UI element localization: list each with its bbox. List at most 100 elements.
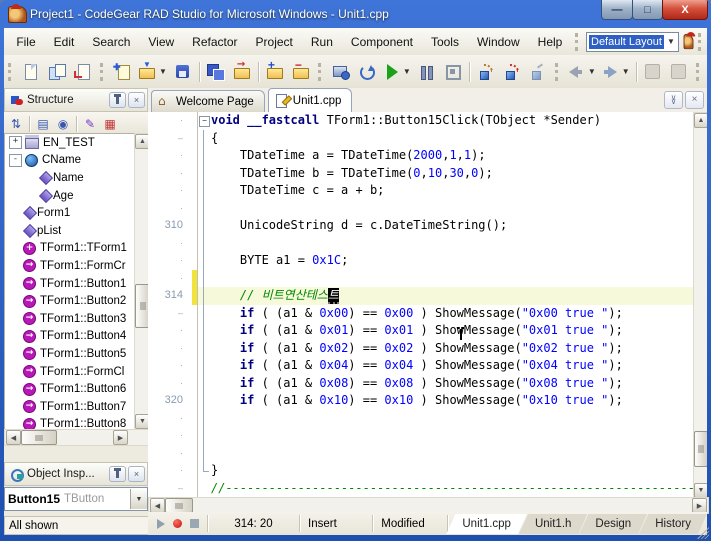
menu-run[interactable]: Run [302, 31, 342, 53]
gutter[interactable]: – [148, 305, 192, 323]
code-line[interactable]: · TDateTime b = TDateTime(0,10,30,0); [148, 165, 693, 183]
menu-view[interactable]: View [139, 31, 183, 53]
code-editor[interactable]: ·−void __fastcall TForm1::Button15Click(… [148, 112, 707, 497]
save-layout-icon[interactable] [684, 34, 694, 49]
gutter[interactable]: · [148, 322, 192, 340]
fold-column[interactable] [197, 392, 211, 410]
fold-column[interactable]: − [197, 112, 211, 130]
resize-grip[interactable] [697, 527, 709, 539]
scroll-up-button[interactable]: ▲ [694, 113, 707, 128]
menu-file[interactable]: File [7, 31, 44, 53]
gutter[interactable]: · [148, 340, 192, 358]
scroll-thumb[interactable] [21, 430, 57, 445]
macro-stop-button[interactable] [187, 516, 202, 531]
tree-item-plist[interactable]: pList [5, 222, 135, 240]
menu-tools[interactable]: Tools [422, 31, 468, 53]
gutter[interactable]: · [148, 252, 192, 270]
gutter[interactable]: · [148, 147, 192, 165]
fold-column[interactable] [197, 445, 211, 463]
scroll-left-button[interactable]: ◀ [150, 498, 165, 513]
code-line[interactable]: ·−void __fastcall TForm1::Button15Click(… [148, 112, 693, 130]
tree-item-tform1-button5[interactable]: →TForm1::Button5 [5, 345, 135, 363]
title-bar[interactable]: Project1 - CodeGear RAD Studio for Micro… [0, 0, 711, 28]
menu-help[interactable]: Help [529, 31, 572, 53]
fold-column[interactable] [197, 287, 211, 305]
code-line[interactable]: · if ( (a1 & 0x02) == 0x02 ) ShowMessage… [148, 340, 693, 358]
tab-list-button[interactable]: ∨∨ [664, 91, 683, 109]
scroll-thumb[interactable] [165, 498, 193, 513]
menu-window[interactable]: Window [468, 31, 529, 53]
build-button[interactable] [354, 59, 380, 85]
remove-from-project-button[interactable] [288, 59, 314, 85]
code-line[interactable]: · [148, 235, 693, 253]
gutter[interactable]: – [148, 130, 192, 148]
file-tab-unit1-cpp[interactable]: Unit1.cpp [446, 514, 527, 534]
fold-column[interactable] [197, 462, 211, 480]
tree-item-tform1-button6[interactable]: →TForm1::Button6 [5, 380, 135, 398]
fold-column[interactable] [197, 165, 211, 183]
code-line[interactable]: 314 // 비트연산테스트 [148, 287, 693, 305]
gutter[interactable]: · [148, 112, 192, 130]
code-line[interactable]: 310 UnicodeString d = c.DateTimeString()… [148, 217, 693, 235]
pin-button[interactable] [109, 466, 126, 482]
fold-column[interactable] [197, 270, 211, 288]
editor-tab-welcome-page[interactable]: ⌂Welcome Page [151, 90, 265, 112]
menu-project[interactable]: Project [247, 31, 302, 53]
tree-item-tform1-tform1[interactable]: +TForm1::TForm1 [5, 240, 135, 258]
macro-play-button[interactable] [153, 516, 168, 531]
code-line[interactable]: · if ( (a1 & 0x08) == 0x08 ) ShowMessage… [148, 375, 693, 393]
tree-item-cname[interactable]: -CName [5, 152, 135, 170]
chevron-down-icon[interactable]: ▼ [159, 67, 167, 76]
scroll-down-button[interactable]: ▼ [694, 483, 707, 497]
chevron-down-icon[interactable]: ▼ [403, 67, 411, 76]
code-line[interactable]: 320 if ( (a1 & 0x10) == 0x10 ) ShowMessa… [148, 392, 693, 410]
code-line[interactable]: · [148, 427, 693, 445]
chevron-down-icon[interactable]: ▼ [622, 67, 630, 76]
gutter[interactable]: · [148, 375, 192, 393]
pause-button[interactable] [414, 59, 440, 85]
scroll-right-button[interactable]: ▶ [692, 498, 707, 513]
chevron-down-icon[interactable]: ▼ [664, 37, 678, 46]
tree-item-tform1-button7[interactable]: →TForm1::Button7 [5, 398, 135, 416]
fold-column[interactable] [197, 410, 211, 428]
fold-column[interactable] [197, 200, 211, 218]
tree-item-tform1-button1[interactable]: →TForm1::Button1 [5, 275, 135, 293]
fold-column[interactable] [197, 340, 211, 358]
inspector-filter-bar[interactable]: All shown [4, 516, 152, 535]
trace-into-button[interactable] [499, 59, 525, 85]
file-tab-design[interactable]: Design [579, 514, 647, 534]
code-line[interactable]: · [148, 445, 693, 463]
code-line[interactable]: · if ( (a1 & 0x04) == 0x04 ) ShowMessage… [148, 357, 693, 375]
editor-close-button[interactable]: × [685, 91, 704, 109]
object-selector-combo[interactable]: Button15 TButton ▼ [4, 487, 148, 511]
sort-alpha-icon[interactable]: ⇅ [6, 115, 26, 133]
code-line[interactable]: –//-------------------------------------… [148, 480, 693, 498]
fold-collapse-icon[interactable]: − [199, 116, 210, 127]
scroll-left-button[interactable]: ◀ [6, 430, 21, 445]
code-line[interactable]: · [148, 200, 693, 218]
tree-item-tform1-button8[interactable]: →TForm1::Button8 [5, 416, 135, 431]
add-to-project-button[interactable] [262, 59, 288, 85]
editor-vscrollbar[interactable]: ▲ ▼ [693, 112, 707, 497]
scroll-thumb[interactable] [694, 431, 707, 467]
tree-item-tform1-button4[interactable]: →TForm1::Button4 [5, 328, 135, 346]
fold-column[interactable] [197, 217, 211, 235]
code-line[interactable]: · TDateTime c = a + b; [148, 182, 693, 200]
gutter[interactable]: · [148, 235, 192, 253]
code-line[interactable]: · [148, 410, 693, 428]
gutter[interactable]: · [148, 182, 192, 200]
minimize-button[interactable]: — [601, 0, 633, 20]
use-unit-button[interactable] [44, 59, 70, 85]
gutter[interactable]: 314 [148, 287, 192, 305]
save-all-button[interactable] [203, 59, 229, 85]
error-insight-icon[interactable]: ✎ [80, 115, 100, 133]
tree-item-age[interactable]: Age [5, 187, 135, 205]
scroll-right-button[interactable]: ▶ [113, 430, 128, 445]
desktop-b-button[interactable] [666, 59, 692, 85]
macro-record-button[interactable] [170, 516, 185, 531]
code-line[interactable]: – if ( (a1 & 0x00) == 0x00 ) ShowMessage… [148, 305, 693, 323]
gutter[interactable]: · [148, 357, 192, 375]
properties-icon[interactable]: ▤ [33, 115, 53, 133]
tree-item-en-test[interactable]: +EN_TEST [5, 134, 135, 152]
desktop-layout-combo[interactable]: Default Layout ▼ [586, 32, 679, 52]
